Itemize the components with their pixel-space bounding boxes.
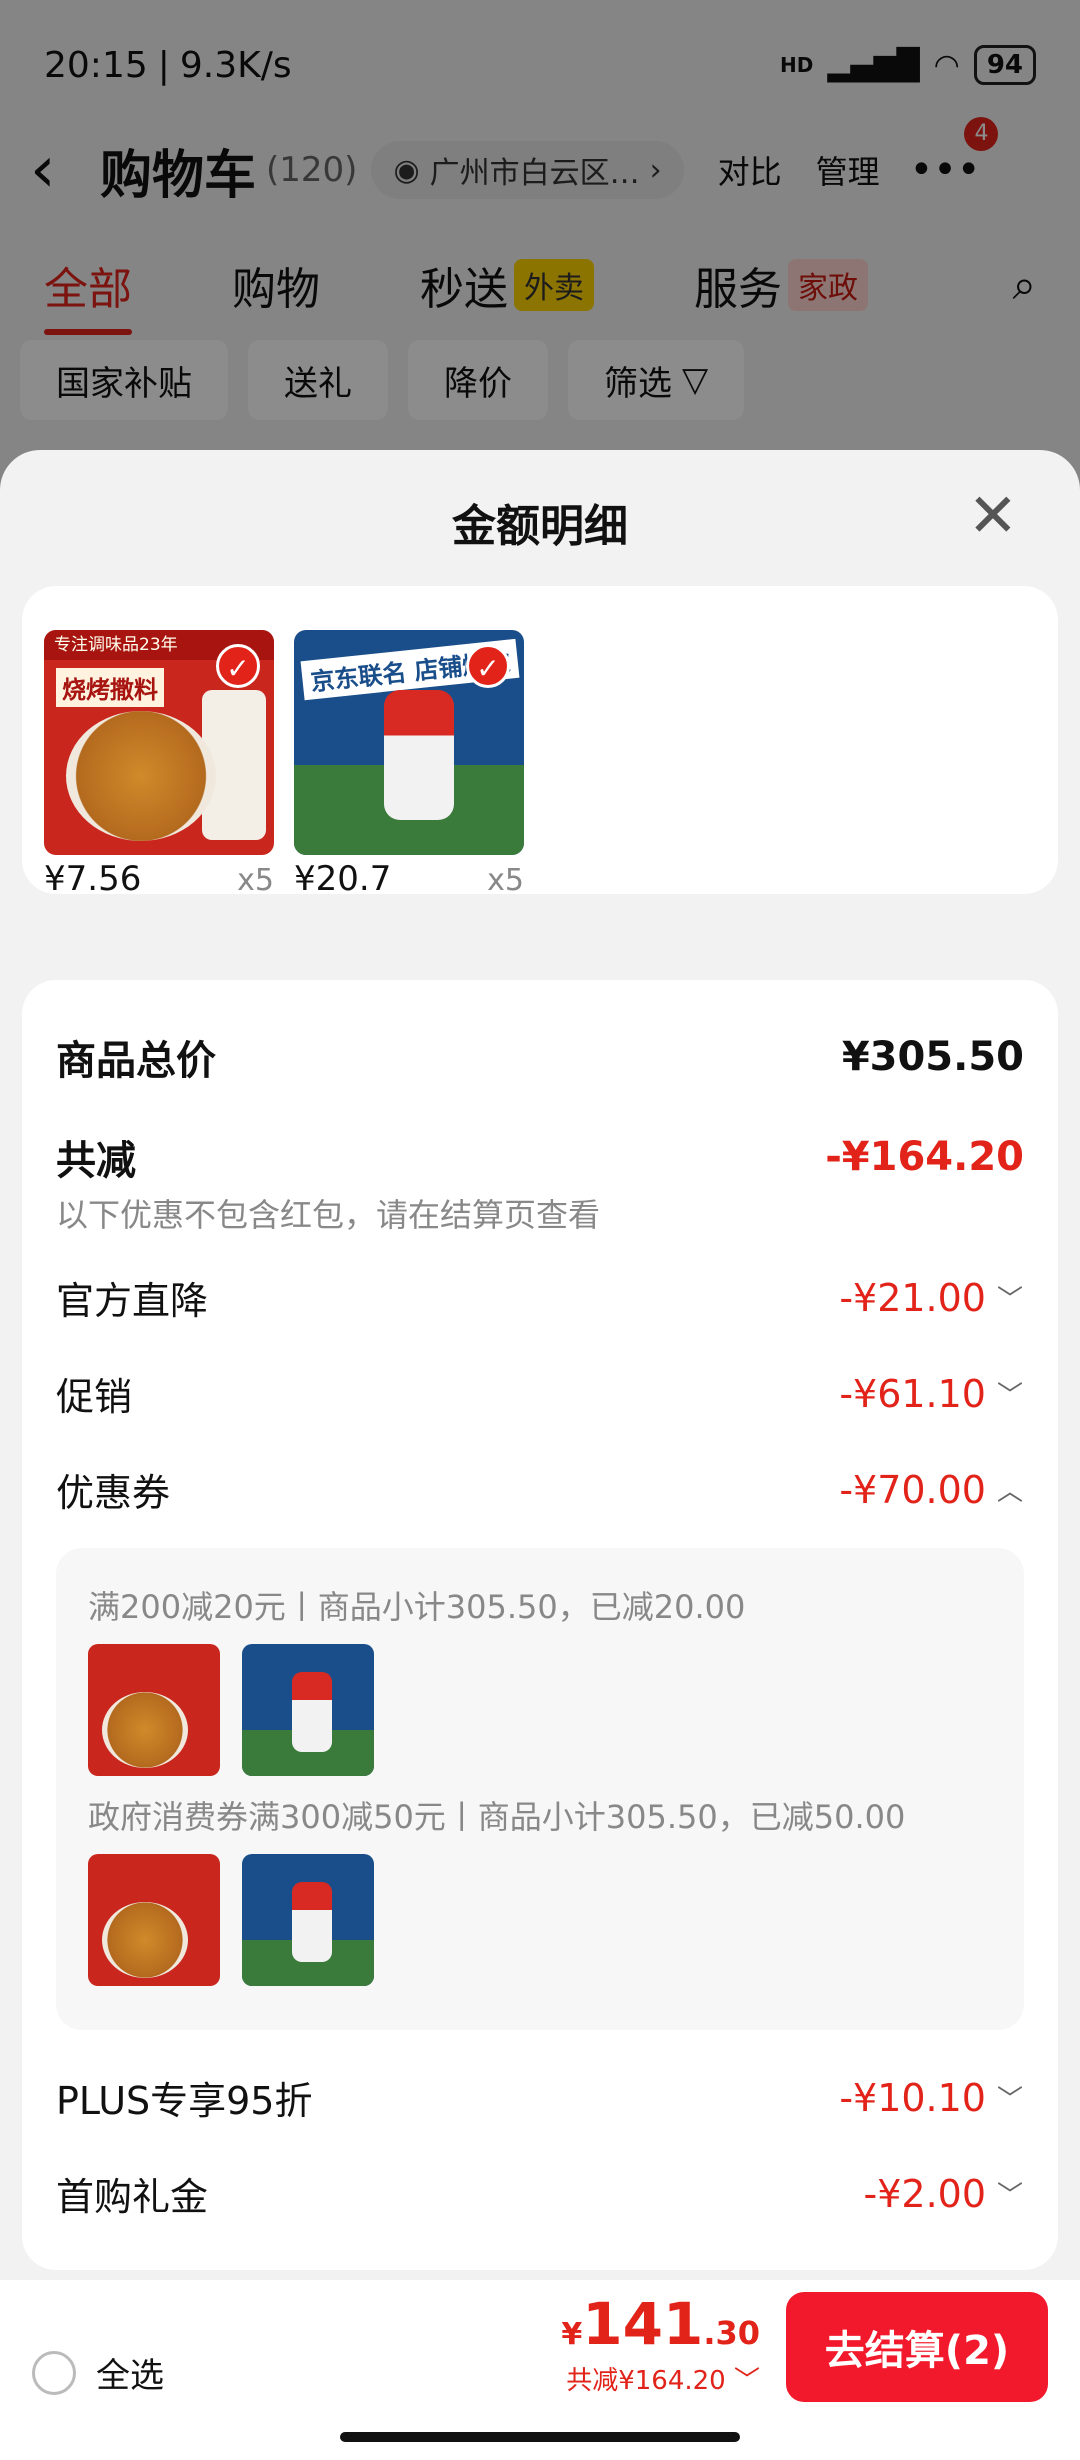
reduce-summary: 共减¥164.20 ﹀ [561,2360,760,2397]
select-all-toggle[interactable]: 全选 [32,2348,164,2397]
discount-row-official[interactable]: 官方直降 -¥21.00 ﹀ [56,1270,1024,1325]
product-thumbnail [88,1854,220,1986]
home-indicator[interactable] [340,2432,740,2442]
coupon-products [88,1854,374,1986]
total-decimal: .30 [703,2314,760,2352]
can-shape [384,690,454,820]
product-item[interactable]: 京东联名 店铺爆款 ✓ ¥20.7 x5 [294,630,524,899]
chevron-up-icon: ︿ [996,1477,1023,1507]
discount-label: PLUS专享95折 [56,2079,313,2123]
sheet-title: 金额明细 [452,501,628,552]
checkout-button[interactable]: 去结算(2) [786,2292,1048,2402]
close-icon[interactable]: ✕ [968,486,1018,546]
total-label: 商品总价 [56,1038,216,1084]
discount-value: -¥2.00 [863,2171,987,2216]
chevron-down-icon: ﹀ [996,2085,1023,2115]
total-price[interactable]: ¥ 141 .30 共减¥164.20 ﹀ [561,2290,760,2397]
chevron-down-icon: ﹀ [996,1381,1023,1411]
selected-products: 专注调味品23年 烧烤撒料 ✓ ¥7.56 x5 京东联名 店铺爆款 ✓ ¥20… [22,586,1058,899]
total-integer: 141 [582,2290,704,2358]
product-qty: x5 [487,863,524,898]
reduce-label: 共减 [56,1138,136,1184]
discount-value: -¥10.10 [839,2075,986,2120]
total-row: 商品总价 ¥305.50 [56,1028,1024,1086]
reduce-value: -¥164.20 [825,1134,1024,1180]
product-thumbnail [88,1644,220,1776]
product-qty: x5 [237,863,274,898]
chevron-down-icon: ﹀ [996,1285,1023,1315]
discount-label: 优惠券 [56,1471,171,1515]
amount-detail-sheet: 金额明细 ✕ 专注调味品23年 烧烤撒料 ✓ ¥7.56 x5 京东联名 店铺爆… [0,450,1080,2280]
product-price: ¥7.56 [44,859,142,899]
coupon-details: 满200减20元丨商品小计305.50，已减20.00 政府消费券满300减50… [56,1548,1024,2030]
total-value: ¥305.50 [841,1034,1024,1080]
coupon-text: 满200减20元丨商品小计305.50，已减20.00 [88,1588,746,1626]
price-breakdown: 商品总价 ¥305.50 共减 -¥164.20 以下优惠不包含红包，请在结算页… [22,980,1058,2270]
reduce-note: 以下优惠不包含红包，请在结算页查看 [56,1196,601,1234]
chevron-down-icon: ﹀ [733,2366,760,2396]
discount-row-coupon[interactable]: 优惠券 -¥70.00 ︿ [56,1462,1024,1517]
coupon-products [88,1644,374,1776]
product-thumbnail [242,1644,374,1776]
product-price: ¥20.7 [294,859,392,899]
discount-value: -¥61.10 [839,1371,986,1416]
product-image: 京东联名 店铺爆款 ✓ [294,630,524,855]
radio-circle-icon [32,2350,76,2395]
checkmark-icon: ✓ [216,644,260,688]
discount-row-plus[interactable]: PLUS专享95折 -¥10.10 ﹀ [56,2070,1024,2125]
discount-label: 促销 [56,1375,133,1419]
product-thumbnail [242,1854,374,1986]
image-name: 烧烤撒料 [56,668,164,707]
checkmark-icon: ✓ [466,644,510,688]
coupon-text: 政府消费券满300减50元丨商品小计305.50，已减50.00 [88,1798,906,1836]
spice-bowl-shape [66,711,216,841]
discount-label: 官方直降 [56,1279,209,1323]
currency-symbol: ¥ [561,2317,583,2352]
chevron-down-icon: ﹀ [996,2181,1023,2211]
discount-row-promotion[interactable]: 促销 -¥61.10 ﹀ [56,1366,1024,1421]
reduce-row: 共减 -¥164.20 [56,1128,1024,1186]
product-item[interactable]: 专注调味品23年 烧烤撒料 ✓ ¥7.56 x5 [44,630,274,899]
discount-value: -¥70.00 [839,1467,986,1512]
reduce-summary-text: 共减¥164.20 [566,2366,726,2396]
select-all-label: 全选 [96,2356,164,2396]
discount-value: -¥21.00 [839,1275,986,1320]
product-image: 专注调味品23年 烧烤撒料 ✓ [44,630,274,855]
discount-row-first-purchase[interactable]: 首购礼金 -¥2.00 ﹀ [56,2166,1024,2221]
discount-label: 首购礼金 [56,2175,209,2219]
